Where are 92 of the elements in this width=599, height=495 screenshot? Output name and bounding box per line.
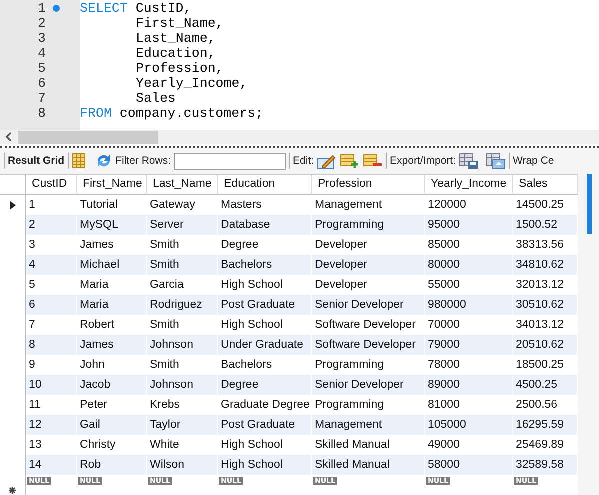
table-cell: 8: [26, 335, 77, 355]
sql-keyword: FROM: [80, 106, 112, 121]
table-cell: 2: [26, 215, 77, 235]
table-cell: Post Graduate: [218, 295, 312, 315]
column-header[interactable]: CustID: [26, 175, 77, 195]
vertical-scrollbar[interactable]: [578, 174, 599, 495]
line-number: 5: [37, 61, 46, 76]
grid-corner[interactable]: [0, 175, 26, 195]
result-grid-tab[interactable]: Result Grid: [8, 155, 65, 167]
code-text: Profession,: [136, 61, 224, 76]
table-cell: 95000: [425, 215, 513, 235]
code-text: Last_Name,: [136, 31, 216, 46]
table-cell: 6: [26, 295, 77, 315]
filter-rows-label: Filter Rows:: [116, 155, 172, 167]
table-cell: Rob: [77, 455, 147, 475]
import-icon[interactable]: [486, 152, 506, 170]
table-cell: 89000: [425, 375, 513, 395]
code-text: company.customers;: [120, 106, 264, 121]
table-cell: 4: [26, 255, 77, 275]
table-cell: 58000: [425, 455, 513, 475]
table-cell: Under Graduate: [218, 335, 312, 355]
table-cell: Software Developer: [312, 335, 425, 355]
table-cell: 10: [26, 375, 77, 395]
table-cell: High School: [218, 455, 312, 475]
table-cell: Johnson: [147, 335, 218, 355]
table-cell: 1500.52: [513, 215, 578, 235]
table-cell: Programming: [312, 215, 425, 235]
scrollbar-thumb[interactable]: [587, 174, 592, 234]
filter-rows-field[interactable]: [174, 152, 286, 170]
code-text: Sales: [136, 91, 176, 106]
export-import-label: Export/Import:: [390, 155, 456, 167]
line-number: 6: [37, 76, 46, 91]
code-text: Education,: [136, 46, 216, 61]
table-cell: Wilson: [147, 455, 218, 475]
table-cell: 4500.25: [513, 375, 578, 395]
delete-row-icon[interactable]: [363, 153, 384, 169]
table-cell: Skilled Manual: [312, 455, 425, 475]
table-cell: Michael: [77, 255, 147, 275]
table-cell: 980000: [425, 295, 513, 315]
table-cell: Jacob: [77, 375, 147, 395]
line-number: 4: [37, 46, 46, 61]
table-cell: Smith: [147, 255, 218, 275]
code-text: First_Name,: [136, 16, 224, 31]
table-cell: 30510.62: [513, 295, 578, 315]
table-cell: MySQL: [77, 215, 147, 235]
column-header[interactable]: Sales: [513, 175, 578, 195]
table-cell: Database: [218, 215, 312, 235]
table-cell: Developer: [312, 255, 425, 275]
table-cell: Server: [147, 215, 218, 235]
code-text: Yearly_Income,: [136, 76, 248, 91]
table-cell: Senior Developer: [312, 295, 425, 315]
line-number: 3: [37, 31, 46, 46]
scrollbar-thumb[interactable]: [18, 130, 158, 144]
column-header[interactable]: Education: [218, 175, 312, 195]
table-cell: 16295.59: [513, 415, 578, 435]
table-cell: 12: [26, 415, 77, 435]
column-header[interactable]: First_Name: [77, 175, 147, 195]
export-icon[interactable]: [459, 152, 479, 170]
sql-keyword: SELECT: [80, 1, 128, 16]
table-cell: 14: [26, 455, 77, 475]
table-cell: Johnson: [147, 375, 218, 395]
table-cell: 32589.58: [513, 455, 578, 475]
wrap-cell-label[interactable]: Wrap Ce: [513, 155, 554, 167]
table-cell: James: [77, 335, 147, 355]
line-number: 1: [37, 1, 46, 16]
table-cell: Degree: [218, 375, 312, 395]
pencil-icon[interactable]: [317, 152, 338, 170]
table-cell: 20510.62: [513, 335, 578, 355]
table-cell: 105000: [425, 415, 513, 435]
horizontal-scrollbar[interactable]: [0, 130, 599, 144]
line-number: 8: [37, 106, 46, 121]
column-header[interactable]: Profession: [312, 175, 425, 195]
table-cell: Management: [312, 415, 425, 435]
columns-icon[interactable]: [72, 153, 86, 169]
edit-label: Edit:: [293, 155, 314, 167]
table-cell: Gail: [77, 415, 147, 435]
table-cell: Rodriguez: [147, 295, 218, 315]
new-row-icon: [9, 486, 16, 494]
table-cell: Taylor: [147, 415, 218, 435]
table-cell: 34810.62: [513, 255, 578, 275]
table-cell: 80000: [425, 255, 513, 275]
code-text: CustID,: [136, 1, 192, 16]
table-cell: Senior Developer: [312, 375, 425, 395]
line-number: 7: [37, 91, 46, 106]
line-number: 2: [37, 16, 46, 31]
table-cell: 79000: [425, 335, 513, 355]
add-row-icon[interactable]: [340, 153, 360, 169]
table-cell: Maria: [77, 295, 147, 315]
column-header[interactable]: Yearly_Income: [425, 175, 513, 195]
table-cell: Bachelors: [218, 255, 312, 275]
table-cell: Post Graduate: [218, 415, 312, 435]
column-header[interactable]: Last_Name: [147, 175, 218, 195]
